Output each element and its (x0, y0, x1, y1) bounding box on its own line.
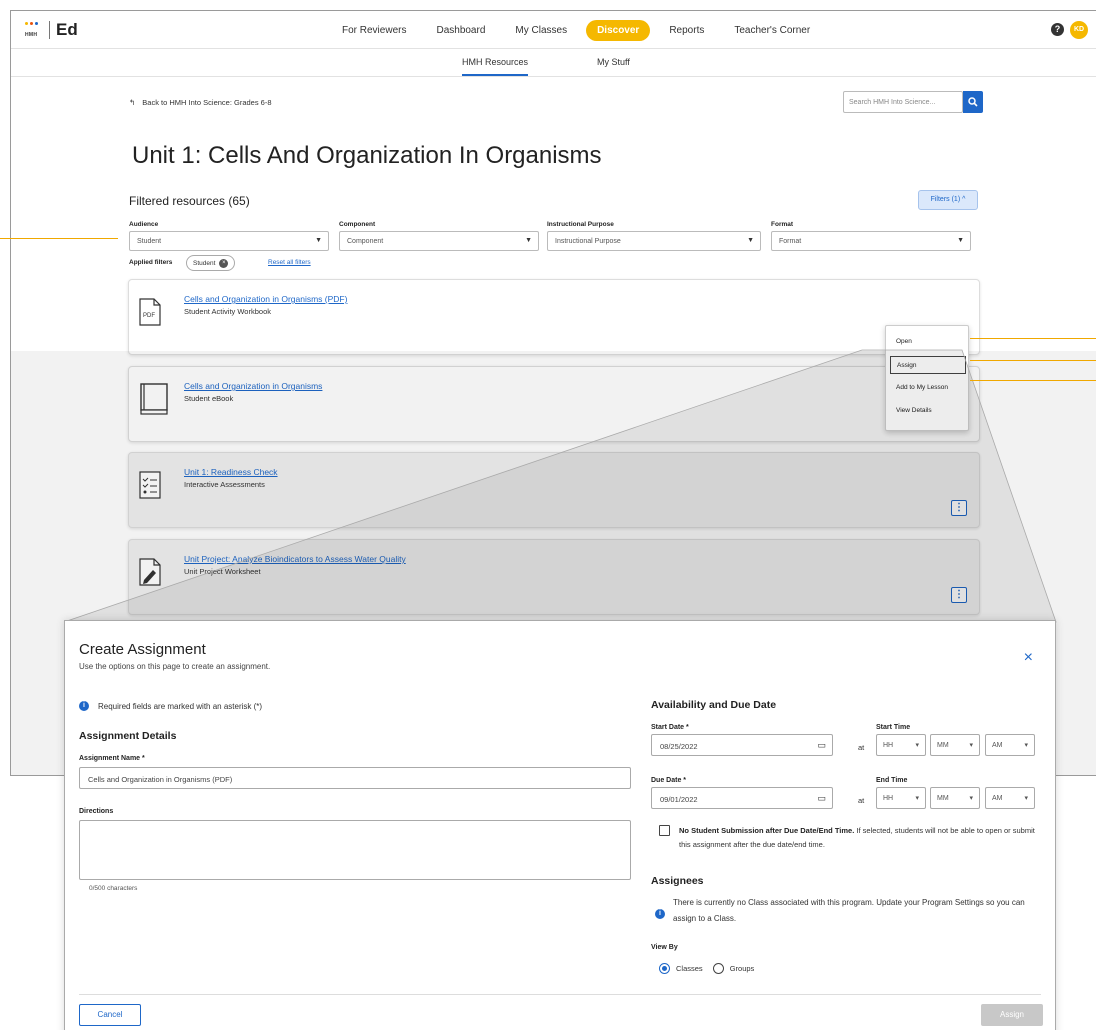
start-date-value: 08/25/2022 (660, 742, 698, 751)
assignees-note: There is currently no Class associated w… (673, 898, 1025, 923)
modal-subtitle: Use the options on this page to create a… (79, 662, 271, 671)
hour-value: HH (883, 742, 894, 749)
chevron-down-icon: ▾ (1024, 795, 1028, 802)
radio-classes[interactable] (659, 963, 670, 974)
chevron-down-icon: ▾ (969, 742, 973, 749)
due-date-value: 09/01/2022 (660, 795, 698, 804)
end-hour-select[interactable]: HH ▾ (876, 787, 926, 809)
cancel-button[interactable]: Cancel (79, 1004, 141, 1026)
directions-label: Directions (79, 808, 114, 815)
start-hour-select[interactable]: HH ▾ (876, 734, 926, 756)
create-assignment-modal: Create Assignment Use the options on thi… (64, 620, 1056, 1030)
ampm-value: AM (992, 795, 1003, 802)
start-minute-select[interactable]: MM ▾ (930, 734, 980, 756)
close-icon[interactable]: × (1024, 649, 1033, 667)
ampm-value: AM (992, 742, 1003, 749)
start-ampm-select[interactable]: AM ▾ (985, 734, 1035, 756)
at-label: at (858, 743, 865, 752)
chevron-down-icon: ▾ (969, 795, 973, 802)
start-date-label: Start Date * (651, 724, 689, 731)
assign-button[interactable]: Assign (981, 1004, 1043, 1026)
view-by-label: View By (651, 944, 678, 951)
end-ampm-select[interactable]: AM ▾ (985, 787, 1035, 809)
chevron-down-icon: ▾ (915, 742, 919, 749)
callout-line-audience (0, 238, 118, 239)
no-submission-text: No Student Submission after Due Date/End… (679, 824, 1039, 852)
assignees-heading: Assignees (651, 875, 704, 887)
chevron-down-icon: ▾ (1024, 742, 1028, 749)
chevron-down-icon: ▾ (915, 795, 919, 802)
radio-groups-label: Groups (729, 964, 755, 973)
modal-title: Create Assignment (79, 641, 206, 658)
info-icon: i (79, 701, 89, 711)
modal-divider (79, 994, 1041, 995)
callout-line-assign (970, 360, 1096, 361)
required-note-text: Required fields are marked with an aster… (98, 701, 263, 711)
callout-line-add-to-lesson (970, 380, 1096, 381)
no-submission-checkbox[interactable] (659, 825, 670, 836)
hour-value: HH (883, 795, 894, 802)
required-note: i Required fields are marked with an ast… (79, 701, 262, 711)
end-time-label: End Time (876, 777, 908, 784)
due-date-input[interactable]: 09/01/2022 ▭ (651, 787, 833, 809)
info-icon: i (655, 909, 665, 919)
due-date-label: Due Date * (651, 777, 687, 784)
end-minute-select[interactable]: MM ▾ (930, 787, 980, 809)
assignment-name-label: Assignment Name * (79, 755, 145, 762)
radio-classes-label: Classes (676, 964, 703, 973)
assignment-name-input[interactable]: Cells and Organization in Organisms (PDF… (79, 767, 631, 789)
callout-line-open (970, 338, 1096, 339)
directions-textarea[interactable] (79, 820, 631, 880)
minute-value: MM (937, 795, 949, 802)
minute-value: MM (937, 742, 949, 749)
start-date-input[interactable]: 08/25/2022 ▭ (651, 734, 833, 756)
start-time-label: Start Time (876, 724, 911, 731)
calendar-icon[interactable]: ▭ (817, 793, 826, 804)
at-label: at (858, 796, 865, 805)
character-count: 0/500 characters (89, 885, 138, 892)
radio-groups[interactable] (712, 963, 724, 974)
assignment-details-heading: Assignment Details (79, 730, 177, 742)
availability-heading: Availability and Due Date (651, 699, 777, 711)
calendar-icon[interactable]: ▭ (817, 740, 826, 751)
view-by-radio-group: Classes Groups (659, 963, 754, 974)
no-submission-title: No Student Submission after Due Date/End… (679, 826, 855, 835)
